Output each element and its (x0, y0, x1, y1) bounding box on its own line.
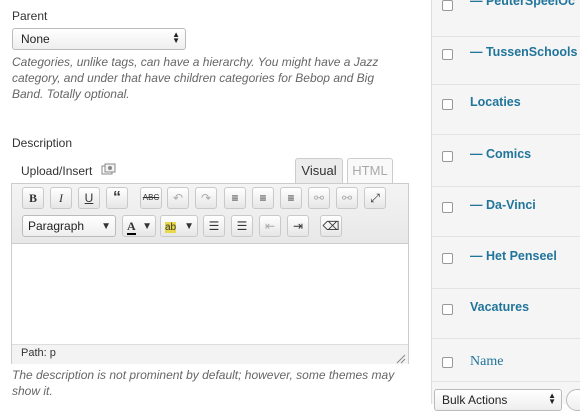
apply-button[interactable] (566, 389, 580, 411)
row-divider (432, 134, 580, 135)
parent-help: Categories, unlike tags, can have a hier… (12, 55, 379, 101)
undo-button[interactable]: ↶ (167, 187, 189, 209)
blockquote-button[interactable]: “ (106, 187, 128, 209)
parent-select[interactable]: None ▲ ▼ (12, 28, 186, 50)
insert-link-button[interactable]: ⚯ (308, 187, 330, 209)
row-divider (432, 236, 580, 237)
bullet-list-button[interactable]: ☰ (203, 215, 225, 237)
chevron-down-icon: ▼ (101, 221, 111, 232)
editor-path: Path: p (21, 347, 56, 359)
bulk-actions-select[interactable]: Bulk Actions ▲ ▼ (434, 389, 562, 411)
align-center-button[interactable]: ≡ (252, 187, 274, 209)
chevron-down-icon: ▼ (184, 221, 194, 232)
numbered-list-button[interactable]: ☰ (231, 215, 253, 237)
fullscreen-button[interactable]: ⤢ (364, 187, 386, 209)
bulk-actions-value: Bulk Actions (442, 393, 508, 407)
redo-button[interactable]: ↷ (195, 187, 217, 209)
select-all-checkbox[interactable] (442, 357, 453, 368)
parent-select-value: None (21, 32, 50, 46)
row-divider (432, 36, 580, 37)
format-select[interactable]: Paragraph ▼ (22, 215, 116, 237)
name-column-header[interactable]: Name (470, 354, 503, 370)
strikethrough-button[interactable]: ABC (140, 187, 162, 209)
indent-button[interactable]: ⇥ (287, 215, 309, 237)
description-editor[interactable] (11, 183, 409, 364)
row-divider (432, 186, 580, 187)
underline-button[interactable]: U (78, 187, 100, 209)
align-right-button[interactable]: ≡ (280, 187, 302, 209)
row-divider (432, 381, 580, 382)
category-name-link[interactable]: — Da-Vinci (470, 198, 536, 212)
row-divider (432, 338, 580, 339)
parent-label: Parent (12, 9, 48, 23)
text-color-button[interactable]: A ▼ (122, 215, 156, 237)
clear-formatting-button[interactable]: ⌫ (320, 215, 342, 237)
highlight-color-button[interactable]: ab ▼ (160, 215, 198, 237)
row-checkbox[interactable] (442, 99, 453, 110)
align-left-button[interactable]: ≡ (224, 187, 246, 209)
row-checkbox[interactable] (442, 304, 453, 315)
highlight-color-label: ab (165, 222, 177, 233)
text-color-label: A (127, 219, 136, 235)
row-checkbox[interactable] (442, 49, 453, 60)
tab-visual[interactable]: Visual (295, 158, 343, 184)
upload-insert-link[interactable]: Upload/Insert (21, 164, 92, 178)
row-checkbox[interactable] (442, 253, 453, 264)
resize-handle-icon[interactable] (396, 351, 406, 364)
row-checkbox[interactable] (442, 202, 453, 213)
category-name-link[interactable]: — PeuterSpeelOc (470, 0, 575, 8)
tab-html[interactable]: HTML (347, 158, 393, 184)
category-name-link[interactable]: — Het Penseel (470, 249, 557, 263)
chevron-down-icon: ▼ (142, 221, 152, 232)
category-name-link[interactable]: — Comics (470, 147, 531, 161)
outdent-button[interactable]: ⇤ (259, 215, 281, 237)
description-label: Description (12, 136, 73, 150)
media-icon[interactable] (101, 163, 116, 176)
select-arrows-icon: ▲ ▼ (548, 391, 556, 406)
select-arrows-icon: ▲ ▼ (172, 30, 180, 45)
category-name-link[interactable]: Vacatures (470, 300, 529, 314)
row-checkbox[interactable] (442, 151, 453, 162)
editor-statusbar (12, 344, 408, 364)
row-checkbox[interactable] (442, 0, 453, 11)
italic-button[interactable]: I (50, 187, 72, 209)
description-help: The description is not prominent by defa… (12, 368, 395, 398)
row-divider (432, 288, 580, 289)
row-divider (432, 84, 580, 85)
unlink-button[interactable]: ⚯ (336, 187, 358, 209)
format-select-value: Paragraph (28, 219, 85, 233)
category-name-link[interactable]: Locaties (470, 95, 521, 109)
bold-button[interactable]: B (22, 187, 44, 209)
category-name-link[interactable]: — TussenSchools (470, 45, 577, 59)
